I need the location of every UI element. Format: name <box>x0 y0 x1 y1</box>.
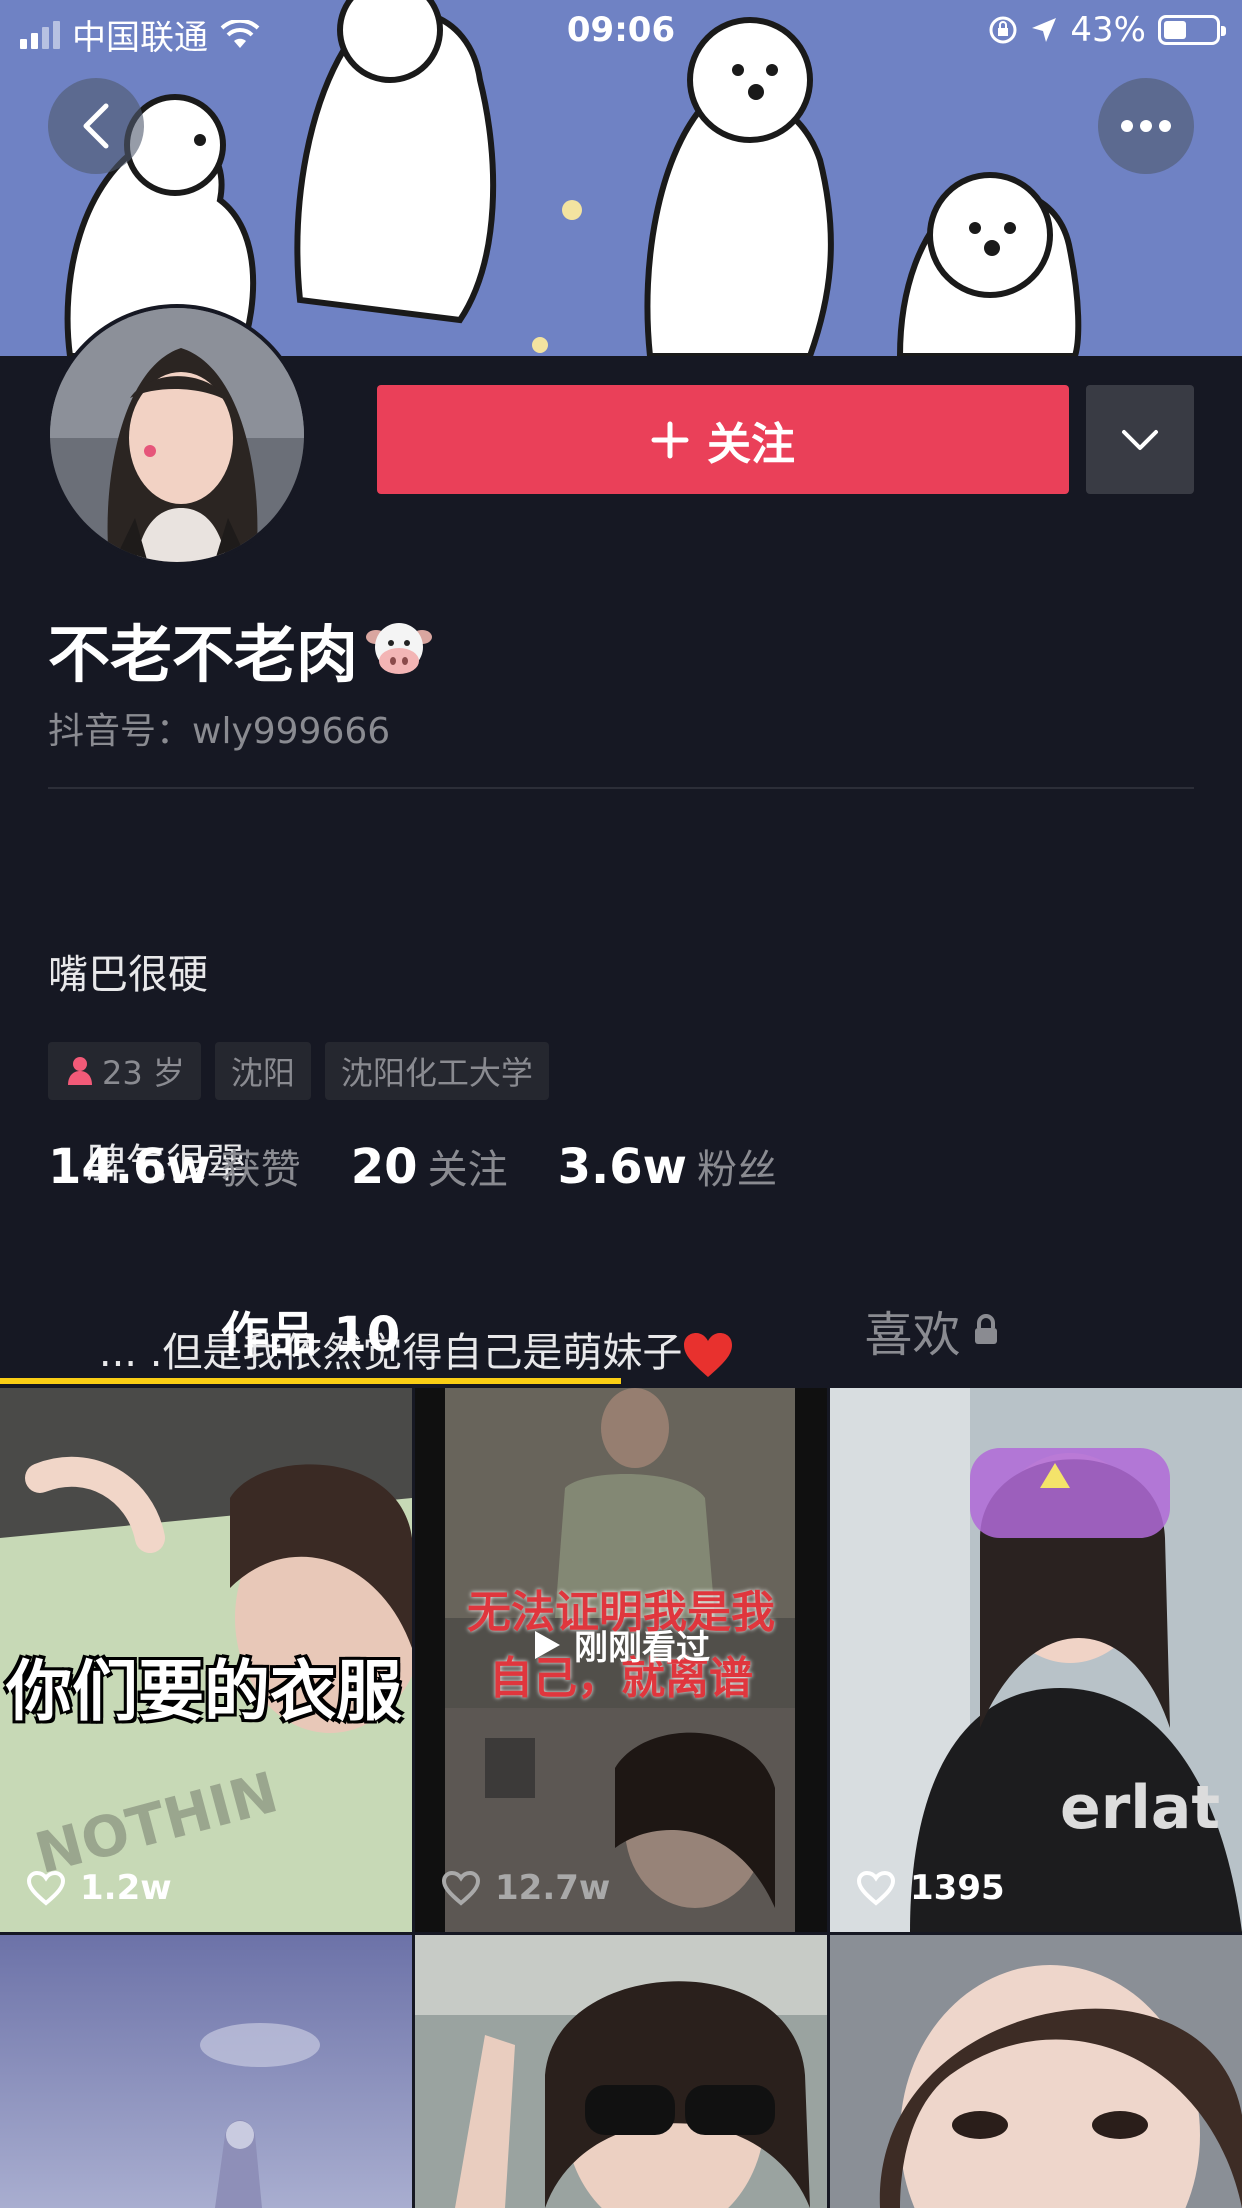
tag-label: 23 岁 <box>102 1054 185 1092</box>
more-dots-icon <box>1121 120 1171 132</box>
more-options-button[interactable] <box>1098 78 1194 174</box>
stat-label: 获赞 <box>220 1147 301 1193</box>
svg-text:erlat: erlat <box>1060 1773 1220 1843</box>
video-likes: 12.7w <box>441 1868 610 1908</box>
cow-face-icon <box>366 623 433 674</box>
stat-label: 粉丝 <box>696 1147 777 1193</box>
video-cover <box>830 1935 1242 2208</box>
back-button[interactable] <box>48 78 144 174</box>
tab-likes-label: 喜欢 <box>864 1307 961 1363</box>
location-tag: 沈阳 <box>214 1042 311 1100</box>
like-count: 12.7w <box>495 1868 611 1908</box>
video-thumbnail[interactable] <box>830 1935 1242 2208</box>
stat-followers[interactable]: 3.6w 粉丝 <box>558 1137 777 1195</box>
battery-percent: 43% <box>1070 10 1146 50</box>
battery-fill <box>1164 21 1186 39</box>
tab-indicator <box>0 1378 621 1384</box>
chevron-down-icon <box>1122 429 1158 450</box>
video-thumbnail[interactable]: erlat 1395 <box>830 1388 1242 1932</box>
video-likes: 1395 <box>856 1868 1005 1908</box>
stat-label: 关注 <box>427 1147 508 1193</box>
watched-text: 刚刚看过 <box>574 1628 710 1668</box>
avatar-photo <box>50 308 304 562</box>
avatar[interactable] <box>46 304 308 566</box>
plus-icon <box>651 421 689 458</box>
follow-button[interactable]: 关注 <box>377 385 1069 494</box>
heart-outline-icon <box>856 1870 896 1906</box>
video-thumbnail[interactable]: 无法证明我是我 自己，就离谱 刚刚看过 12.7w <box>415 1388 827 1932</box>
recommend-dropdown-button[interactable] <box>1086 385 1194 494</box>
stat-value: 3.6w <box>557 1139 687 1195</box>
age-tag: 23 岁 <box>48 1042 201 1100</box>
heart-outline-icon <box>26 1870 66 1906</box>
divider <box>48 787 1194 789</box>
battery-icon <box>1158 15 1226 45</box>
video-cover <box>415 1935 827 2208</box>
nickname-text: 不老不老肉 <box>48 618 359 691</box>
tab-likes[interactable]: 喜欢 <box>621 1280 1242 1380</box>
stat-value: 14.6w <box>48 1139 211 1195</box>
tag-label: 沈阳 <box>230 1054 295 1092</box>
status-bar: 中国联通 09:06 43% <box>0 0 1242 62</box>
like-count: 1.2w <box>80 1868 172 1908</box>
tag-label: 沈阳化工大学 <box>340 1054 533 1092</box>
lock-icon <box>974 1314 997 1344</box>
video-caption: 你们要的衣服 <box>6 1653 402 1730</box>
tab-works[interactable]: 作品 10 <box>0 1280 621 1380</box>
heart-outline-icon <box>441 1870 481 1906</box>
play-icon <box>535 1630 560 1659</box>
video-thumbnail[interactable] <box>415 1935 827 2208</box>
profile-tags: 23 岁 沈阳 沈阳化工大学 <box>48 1042 549 1100</box>
profile-stats: 14.6w 获赞 20 关注 3.6w 粉丝 <box>48 1137 777 1195</box>
follow-label: 关注 <box>707 418 795 470</box>
video-thumbnail[interactable]: NOTHIN 你们要的衣服 1.2w <box>0 1388 412 1932</box>
female-icon <box>68 1057 92 1085</box>
bio-line: 嘴巴很硬 <box>48 952 208 998</box>
stat-value: 20 <box>350 1139 418 1195</box>
stat-likes[interactable]: 14.6w 获赞 <box>48 1137 301 1195</box>
video-cover <box>0 1935 412 2208</box>
video-thumbnail[interactable] <box>0 1935 412 2208</box>
like-count: 1395 <box>910 1868 1005 1908</box>
rotation-lock-icon <box>989 16 1017 44</box>
profile-nickname: 不老不老肉 <box>48 604 433 694</box>
school-tag: 沈阳化工大学 <box>324 1042 549 1100</box>
tab-works-label: 作品 10 <box>220 1307 401 1363</box>
video-likes: 1.2w <box>26 1868 172 1908</box>
video-cover: erlat <box>830 1388 1242 1932</box>
chevron-left-icon <box>83 103 109 149</box>
douyin-id[interactable]: 抖音号：wly999666 <box>48 702 390 754</box>
stat-following[interactable]: 20 关注 <box>351 1137 508 1195</box>
just-watched-label: 刚刚看过 <box>415 1620 827 1669</box>
location-arrow-icon <box>1032 18 1057 42</box>
